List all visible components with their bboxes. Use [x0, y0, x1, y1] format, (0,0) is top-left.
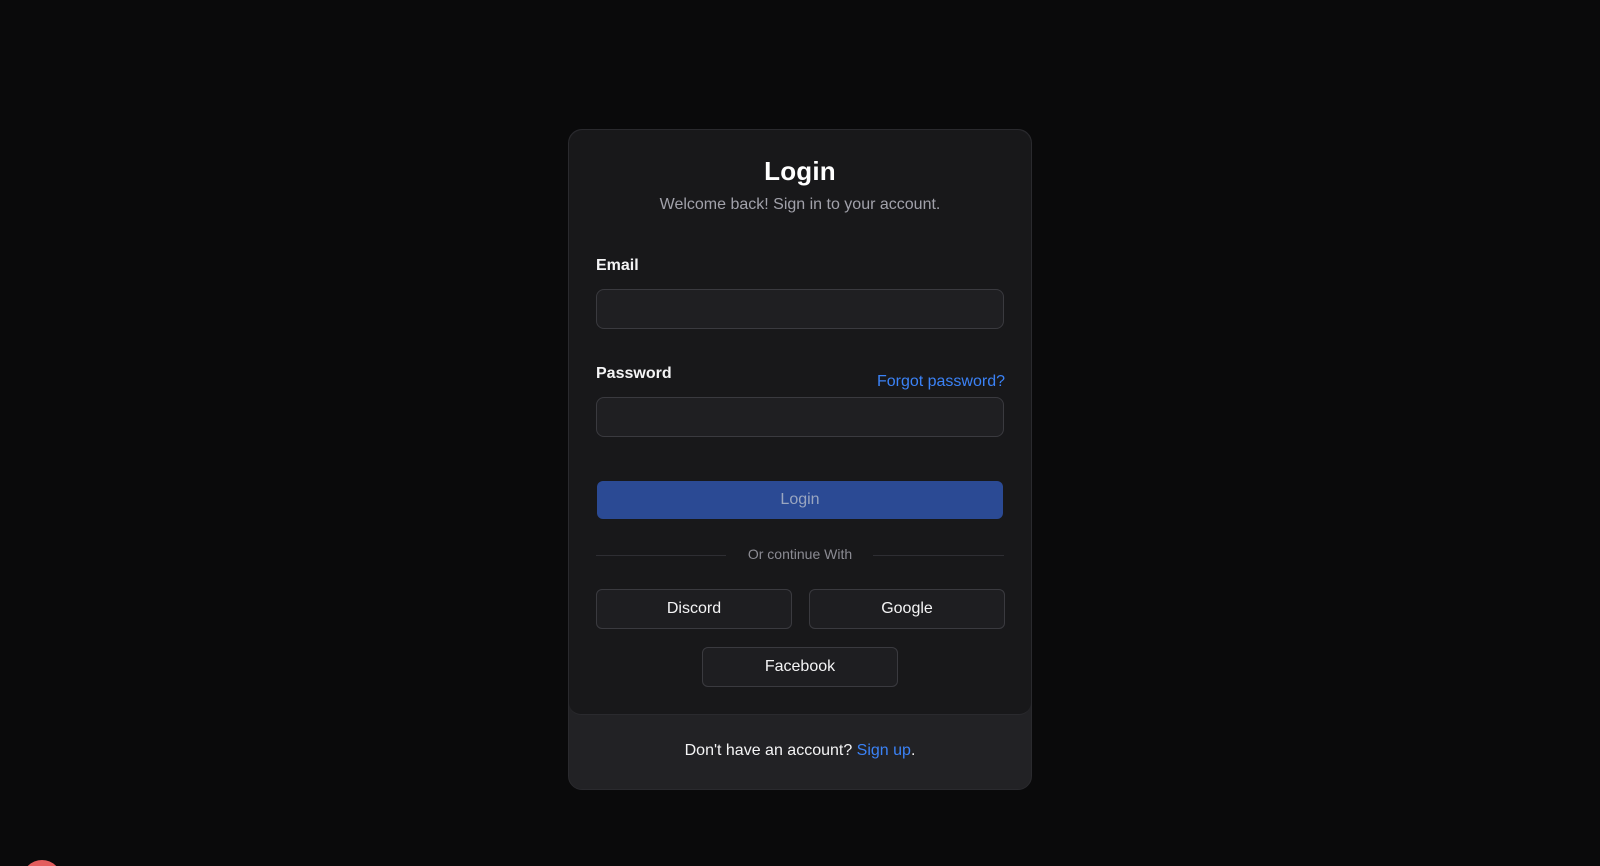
divider-line-right [873, 555, 1004, 556]
signup-link[interactable]: Sign up [857, 742, 911, 759]
email-field[interactable] [596, 289, 1004, 329]
signup-footer: Don't have an account? Sign up. [569, 742, 1031, 760]
password-field[interactable] [596, 397, 1004, 437]
corner-avatar [22, 860, 62, 866]
login-button[interactable]: Login [597, 481, 1003, 519]
google-button[interactable]: Google [809, 589, 1005, 629]
signup-period: . [910, 742, 916, 759]
login-card: Login Welcome back! Sign in to your acco… [568, 129, 1032, 790]
login-form: Login Welcome back! Sign in to your acco… [569, 130, 1031, 715]
page-title: Login [764, 156, 836, 186]
discord-button[interactable]: Discord [596, 589, 792, 629]
facebook-button[interactable]: Facebook [702, 647, 898, 687]
page-subtitle: Welcome back! Sign in to your account. [659, 196, 941, 213]
divider-text: Or continue With [747, 546, 853, 562]
login-page: Login Welcome back! Sign in to your acco… [0, 0, 1600, 866]
forgot-password-link[interactable]: Forgot password? [877, 373, 1005, 391]
password-label: Password [596, 365, 672, 382]
email-label: Email [596, 257, 639, 274]
signup-prompt: Don't have an account? [684, 742, 857, 759]
